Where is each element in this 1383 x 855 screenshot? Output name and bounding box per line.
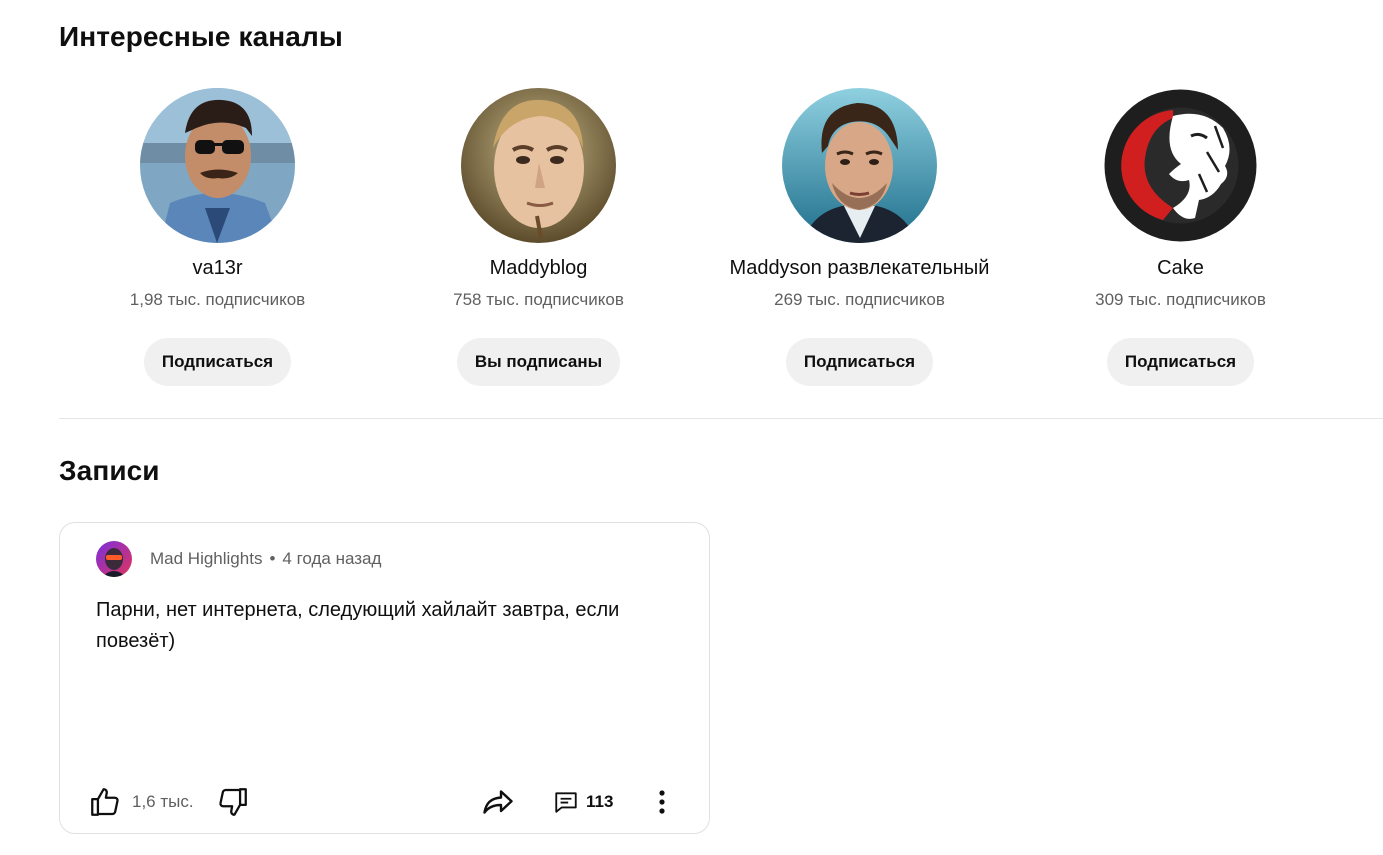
more-vertical-icon	[659, 790, 665, 814]
post-timestamp[interactable]: 4 года назад	[282, 549, 381, 569]
channel-name[interactable]: Maddyblog	[378, 255, 699, 281]
channel-card: Maddyblog 758 тыс. подписчиков Вы подпис…	[378, 88, 699, 386]
thumb-down-icon	[219, 788, 247, 816]
post-meta-separator: •	[269, 549, 276, 568]
post-author-name[interactable]: Mad Highlights	[150, 549, 262, 569]
thumb-up-icon	[91, 788, 119, 816]
page: Интересные каналы va13r 1,98 тыс. подпис…	[0, 0, 1383, 855]
post-author-avatar[interactable]	[96, 541, 132, 577]
subscribe-button[interactable]: Подписаться	[785, 338, 934, 386]
posts-section-title: Записи	[59, 455, 160, 486]
channel-name[interactable]: Cake	[1020, 255, 1341, 281]
post-text: Парни, нет интернета, следующий хайлайт …	[96, 599, 620, 652]
post-actions-bar: 1,6 тыс. 113	[88, 781, 688, 823]
channel-name[interactable]: va13r	[57, 255, 378, 281]
channel-subscribers: 758 тыс. подписчиков	[453, 290, 624, 309]
comments-button[interactable]: 113	[553, 781, 613, 823]
subscribe-button[interactable]: Подписаться	[143, 338, 292, 386]
share-arrow-icon	[483, 790, 513, 814]
channel-name[interactable]: Maddyson развлекательный	[699, 255, 1020, 281]
comment-icon	[555, 792, 577, 813]
channel-card: Maddyson развлекательный 269 тыс. подпис…	[699, 88, 1020, 386]
post-card: Mad Highlights • 4 года назад Парни, нет…	[59, 522, 710, 834]
dislike-button[interactable]	[216, 781, 250, 823]
section-divider	[59, 418, 1383, 419]
channels-list: va13r 1,98 тыс. подписчиков Подписаться	[57, 88, 1341, 388]
like-count: 1,6 тыс.	[132, 792, 194, 811]
channel-subscribers: 1,98 тыс. подписчиков	[129, 290, 306, 309]
channel-avatar[interactable]	[140, 88, 295, 243]
post-header: Mad Highlights • 4 года назад	[96, 541, 381, 577]
like-button[interactable]: 1,6 тыс.	[88, 781, 194, 823]
channel-subscribers: 269 тыс. подписчиков	[774, 290, 945, 309]
channel-avatar[interactable]	[1103, 88, 1258, 243]
channel-card: va13r 1,98 тыс. подписчиков Подписаться	[57, 88, 378, 386]
comment-count: 113	[586, 792, 614, 811]
subscribe-button[interactable]: Подписаться	[1106, 338, 1255, 386]
channel-avatar[interactable]	[461, 88, 616, 243]
channel-card: Cake 309 тыс. подписчиков Подписаться	[1020, 88, 1341, 386]
channels-section-title: Интересные каналы	[59, 21, 343, 52]
channel-avatar[interactable]	[782, 88, 937, 243]
channel-subscribers: 309 тыс. подписчиков	[1095, 290, 1266, 309]
more-actions-button[interactable]	[650, 781, 674, 823]
share-button[interactable]	[480, 781, 516, 823]
subscribed-button[interactable]: Вы подписаны	[456, 338, 621, 386]
